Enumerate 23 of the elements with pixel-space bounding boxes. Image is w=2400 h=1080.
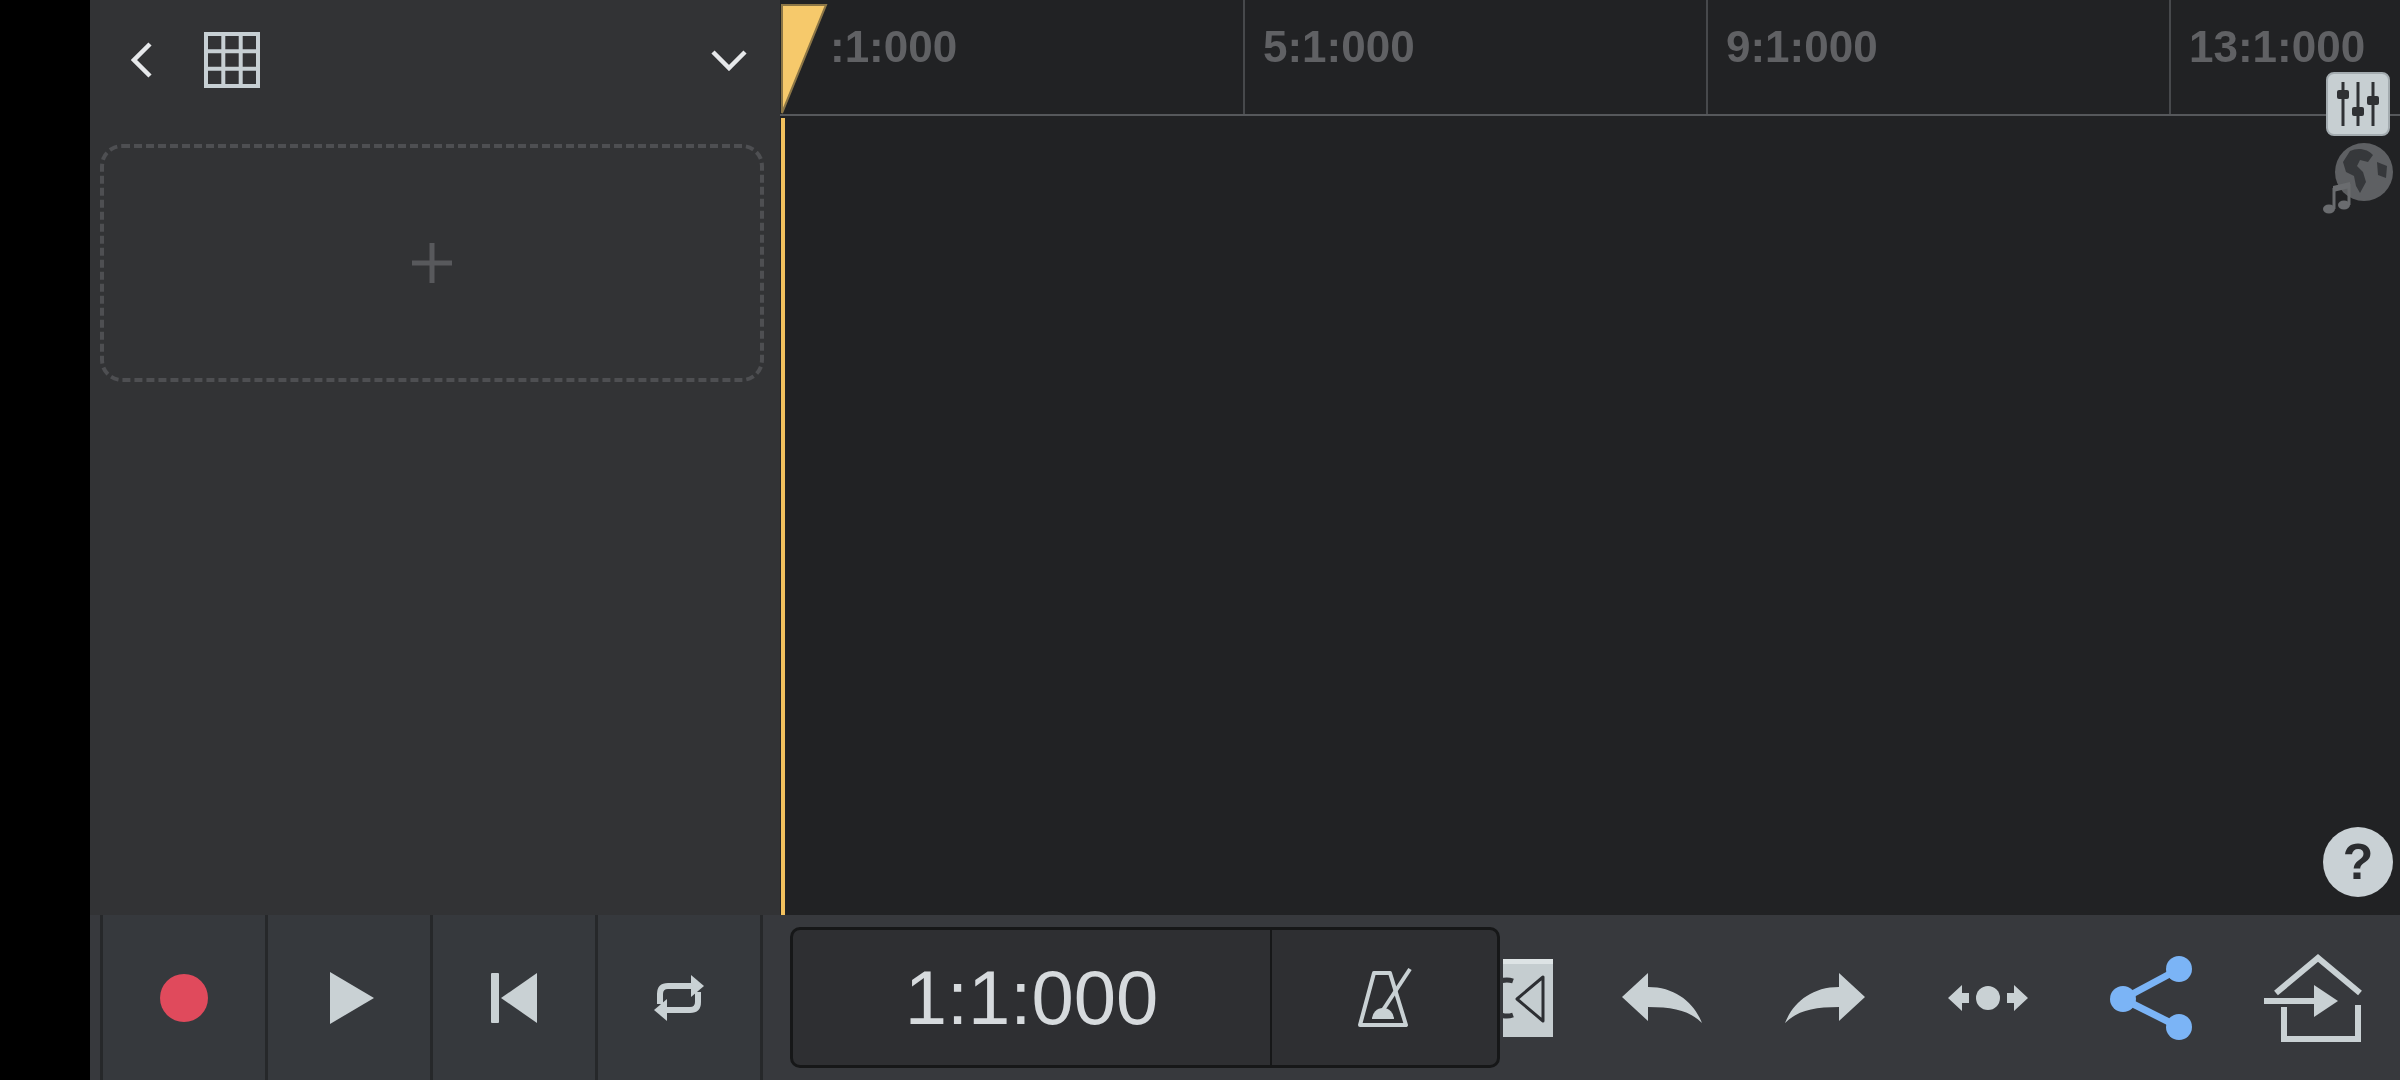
loop-button[interactable] xyxy=(595,915,763,1080)
ruler-label: :1:000 xyxy=(830,25,958,69)
help-button[interactable]: ? xyxy=(2323,827,2393,897)
expand-horizontal-icon[interactable] xyxy=(1947,982,2028,1013)
grid-icon[interactable] xyxy=(204,32,260,88)
ruler-label: 5:1:000 xyxy=(1263,25,1415,69)
undo-icon[interactable] xyxy=(1621,972,1702,1023)
house-arrow-icon[interactable] xyxy=(2263,952,2364,1043)
chevron-down-icon[interactable] xyxy=(711,49,747,71)
redo-icon[interactable] xyxy=(1784,972,1865,1023)
globe-music-note-icon[interactable] xyxy=(2320,142,2394,216)
skip-to-start-icon xyxy=(491,972,537,1023)
play-icon xyxy=(330,971,374,1024)
back-icon[interactable] xyxy=(131,42,153,78)
mixer-sliders-icon[interactable] xyxy=(2326,72,2390,136)
ruler-label: 13:1:000 xyxy=(2189,25,2366,69)
record-icon xyxy=(160,973,208,1022)
ruler-label: 9:1:000 xyxy=(1726,25,1878,69)
partial-tile-icon[interactable] xyxy=(1503,958,1553,1037)
time-readout: 1:1:000 xyxy=(904,957,1159,1038)
plus-icon xyxy=(412,243,452,283)
add-track-slot[interactable] xyxy=(100,144,764,382)
share-icon[interactable] xyxy=(2108,954,2193,1041)
